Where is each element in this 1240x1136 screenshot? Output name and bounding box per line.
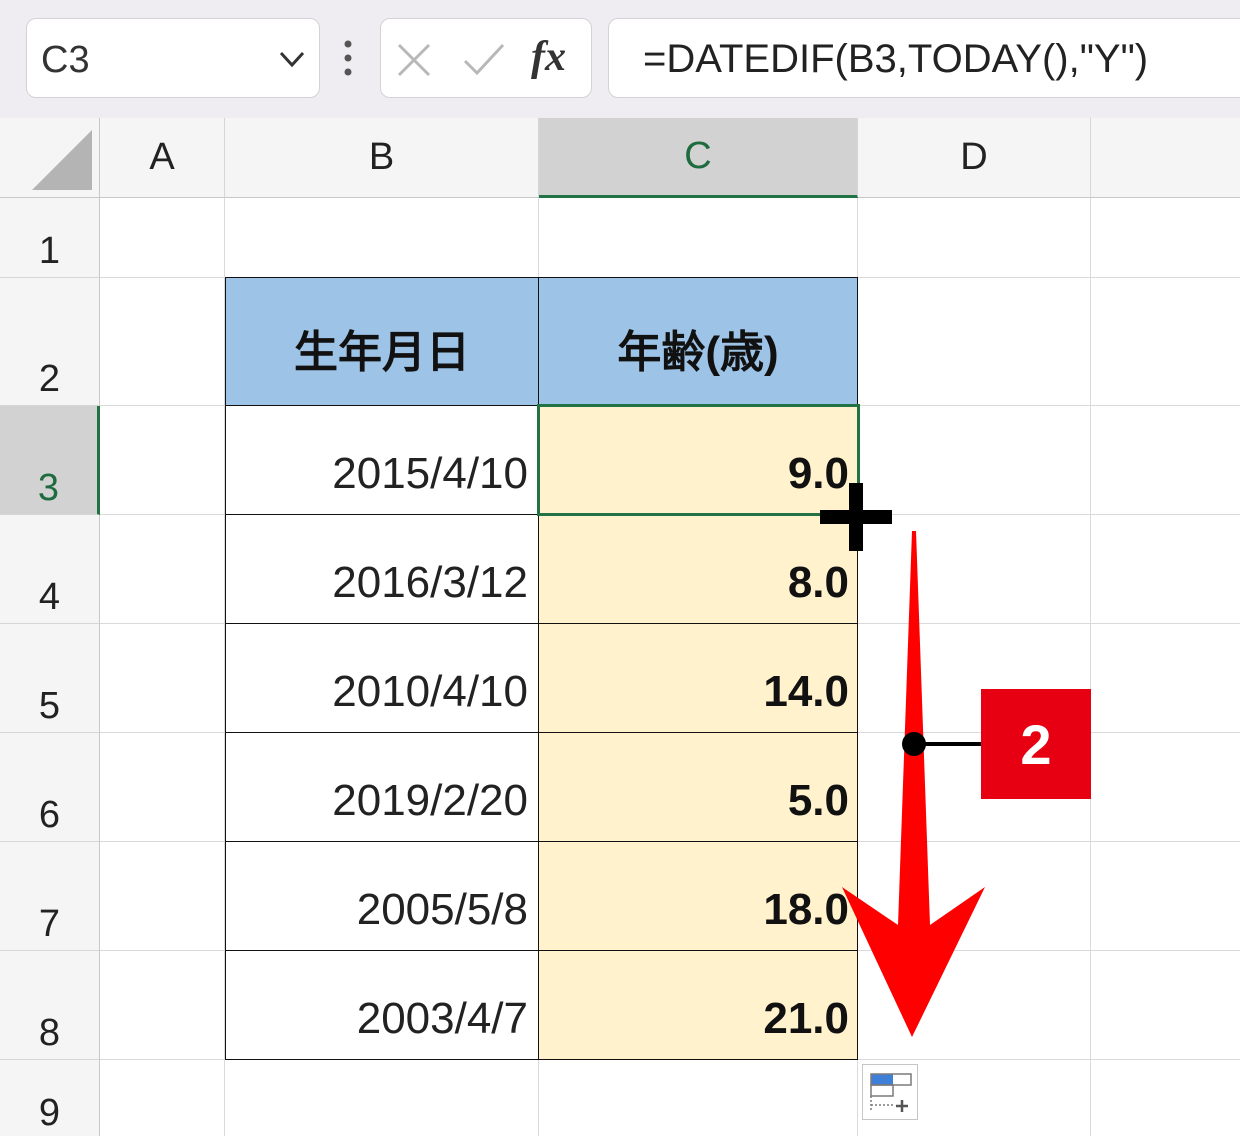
- row-header-1[interactable]: 1: [0, 198, 100, 278]
- more-options-icon[interactable]: [338, 36, 358, 80]
- name-box[interactable]: C3: [26, 18, 320, 98]
- column-header-e[interactable]: [1091, 118, 1240, 198]
- formula-buttons: fx: [380, 18, 592, 98]
- formula-text: =DATEDIF(B3,TODAY(),"Y"): [643, 37, 1149, 81]
- cell-b6[interactable]: 2019/2/20: [225, 732, 539, 842]
- row-header-3[interactable]: 3: [0, 406, 100, 515]
- gridline: [1090, 198, 1091, 1136]
- auto-fill-options-button[interactable]: [862, 1064, 918, 1120]
- cancel-x-icon[interactable]: [393, 39, 435, 81]
- row-header-7[interactable]: 7: [0, 842, 100, 951]
- cell-b3[interactable]: 2015/4/10: [225, 405, 539, 515]
- row-header-6[interactable]: 6: [0, 733, 100, 842]
- column-header-b[interactable]: B: [225, 118, 539, 198]
- checkmark-icon[interactable]: [461, 39, 507, 81]
- cell-c7[interactable]: 18.0: [538, 841, 858, 951]
- row-header-4[interactable]: 4: [0, 515, 100, 624]
- cell-b5[interactable]: 2010/4/10: [225, 623, 539, 733]
- step-badge: 2: [981, 689, 1091, 799]
- column-header-c[interactable]: C: [539, 118, 858, 198]
- select-all-triangle-icon: [32, 130, 92, 190]
- fill-down-arrow-icon: [842, 531, 985, 1037]
- column-header-d[interactable]: D: [858, 118, 1091, 198]
- fill-handle-cursor-icon: [820, 483, 892, 551]
- callout-leader-line: [902, 732, 984, 756]
- column-header-a[interactable]: A: [100, 118, 225, 198]
- header-cell-age[interactable]: 年齢(歳): [538, 277, 858, 406]
- spreadsheet-grid: A B C D 1 2 3 4 5 6 7 8 9 生年月日 年齢(歳) 201…: [0, 118, 1240, 1136]
- cell-b8[interactable]: 2003/4/7: [225, 950, 539, 1060]
- row-header-5[interactable]: 5: [0, 624, 100, 733]
- chevron-down-icon[interactable]: [277, 45, 307, 73]
- cell-c5[interactable]: 14.0: [538, 623, 858, 733]
- formula-input[interactable]: =DATEDIF(B3,TODAY(),"Y"): [608, 18, 1240, 98]
- cell-c6[interactable]: 5.0: [538, 732, 858, 842]
- cell-b7[interactable]: 2005/5/8: [225, 841, 539, 951]
- name-box-value: C3: [41, 39, 90, 81]
- cell-b4[interactable]: 2016/3/12: [225, 514, 539, 624]
- formula-bar: C3 fx =DATEDIF(B3,TODAY(),"Y"): [0, 0, 1240, 118]
- select-all-button[interactable]: [0, 118, 100, 198]
- row-header-2[interactable]: 2: [0, 278, 100, 406]
- auto-fill-options-icon: [870, 1073, 912, 1112]
- cell-c4[interactable]: 8.0: [538, 514, 858, 624]
- cell-c8[interactable]: 21.0: [538, 950, 858, 1060]
- row-header-8[interactable]: 8: [0, 951, 100, 1060]
- insert-function-icon[interactable]: fx: [531, 33, 566, 81]
- row-header-9[interactable]: 9: [0, 1060, 100, 1136]
- cell-c3[interactable]: 9.0: [538, 405, 858, 515]
- header-cell-birthdate[interactable]: 生年月日: [225, 277, 539, 406]
